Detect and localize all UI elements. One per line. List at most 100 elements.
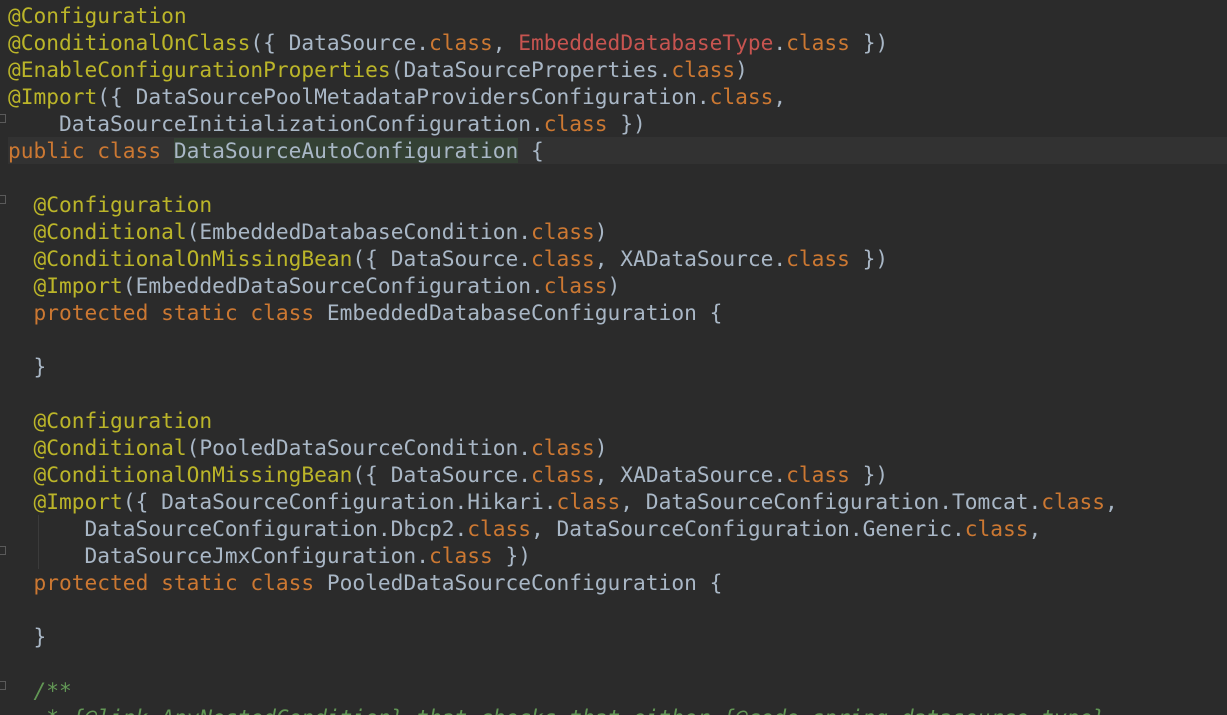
code-token-keyword: class — [786, 246, 850, 271]
code-lines: @Configuration @ConditionalOnClass({ Data… — [8, 2, 1227, 715]
code-token-text: , — [773, 84, 787, 109]
code-token-text: , — [1105, 489, 1118, 514]
code-line[interactable]: @ConditionalOnMissingBean({ DataSource.c… — [8, 245, 1227, 272]
code-token-text: }) — [849, 30, 889, 55]
code-token-text: }) — [492, 543, 532, 568]
code-line[interactable]: @Configuration — [8, 191, 1227, 218]
code-token-keyword: class — [1041, 489, 1106, 514]
code-token-keyword: class — [786, 462, 850, 487]
code-token-annotation: @Configuration — [33, 192, 213, 217]
code-token-text: , DataSourceConfiguration.Generic. — [531, 516, 965, 541]
code-token-text: , XADataSource. — [594, 462, 787, 487]
code-token-text: ({ DataSource. — [352, 246, 532, 271]
code-token-comment: * {@link AnyNestedCondition} that checks… — [8, 705, 1105, 715]
code-token-text: . — [773, 30, 787, 55]
code-token-keyword: class — [543, 273, 608, 298]
code-token-text: { — [518, 138, 544, 163]
fold-marker-icon[interactable] — [0, 195, 6, 204]
code-line[interactable]: DataSourceInitializationConfiguration.cl… — [8, 110, 1227, 137]
code-line[interactable]: @Configuration — [8, 407, 1227, 434]
code-line[interactable]: DataSourceJmxConfiguration.class }) — [8, 542, 1227, 569]
code-line[interactable]: protected static class PooledDataSourceC… — [8, 569, 1227, 596]
code-token-keyword: class — [531, 462, 595, 487]
code-token-text: }) — [849, 462, 889, 487]
code-token-text: , — [492, 30, 519, 55]
code-line[interactable]: @Import({ DataSourcePoolMetadataProvider… — [8, 83, 1227, 110]
code-token-text: ({ DataSource. — [250, 30, 429, 55]
code-token-text: ({ DataSourcePoolMetadataProvidersConfig… — [97, 84, 710, 109]
code-token-text: EmbeddedDatabaseConfiguration { — [326, 300, 723, 325]
code-token-keyword: class — [531, 219, 595, 244]
code-line[interactable]: @Conditional(EmbeddedDatabaseCondition.c… — [8, 218, 1227, 245]
code-token-keyword: protected static class — [33, 570, 327, 595]
code-token-text: PooledDataSourceConfiguration { — [326, 570, 723, 595]
code-token-annotation: @ConditionalOnMissingBean — [33, 246, 353, 271]
code-line[interactable]: * {@link AnyNestedCondition} that checks… — [8, 704, 1227, 715]
code-line[interactable]: @EnableConfigurationProperties(DataSourc… — [8, 56, 1227, 83]
fold-marker-icon[interactable] — [0, 681, 6, 690]
code-line[interactable] — [8, 326, 1227, 353]
code-token-keyword: class — [671, 57, 736, 82]
code-line[interactable]: protected static class EmbeddedDatabaseC… — [8, 299, 1227, 326]
code-line[interactable] — [8, 650, 1227, 677]
code-line[interactable]: DataSourceConfiguration.Dbcp2.class, Dat… — [8, 515, 1227, 542]
code-token-deprecated: EmbeddedDatabaseType — [518, 30, 774, 55]
code-token-keyword: class — [964, 516, 1029, 541]
code-line[interactable] — [8, 164, 1227, 191]
code-line[interactable]: } — [8, 623, 1227, 650]
code-line[interactable]: @Import(EmbeddedDataSourceConfiguration.… — [8, 272, 1227, 299]
code-token-annotation: @Import — [33, 489, 123, 514]
code-token-keyword: class — [467, 516, 531, 541]
code-line[interactable]: @Conditional(PooledDataSourceCondition.c… — [8, 434, 1227, 461]
code-token-keyword: class — [543, 111, 608, 136]
code-token-text: ) — [607, 273, 621, 298]
code-line[interactable]: @Configuration — [8, 2, 1227, 29]
code-token-text: ) — [735, 57, 748, 82]
code-editor[interactable]: @Configuration @ConditionalOnClass({ Data… — [0, 0, 1227, 715]
editor-gutter — [0, 0, 8, 715]
code-token-text: DataSourceInitializationConfiguration. — [8, 111, 544, 136]
code-line[interactable]: @ConditionalOnMissingBean({ DataSource.c… — [8, 461, 1227, 488]
code-token-annotation: @EnableConfigurationProperties — [8, 57, 391, 82]
code-token-keyword: class — [709, 84, 774, 109]
code-token-keyword: class — [531, 246, 595, 271]
code-token-text: (PooledDataSourceCondition. — [186, 435, 532, 460]
code-token-text: (DataSourceProperties. — [390, 57, 672, 82]
fold-marker-icon[interactable] — [0, 114, 6, 123]
code-token-text: , XADataSource. — [594, 246, 787, 271]
code-token-text: DataSourceConfiguration.Dbcp2. — [8, 516, 468, 541]
code-token-text: (EmbeddedDatabaseCondition. — [186, 219, 532, 244]
fold-marker-icon[interactable] — [0, 546, 6, 555]
code-token-keyword: class — [428, 543, 493, 568]
code-token-text: ) — [594, 219, 608, 244]
code-line[interactable] — [8, 596, 1227, 623]
code-token-text: }) — [607, 111, 646, 136]
code-line[interactable] — [8, 380, 1227, 407]
code-token-text: ({ DataSource. — [352, 462, 532, 487]
code-token-keyword: public class — [8, 138, 174, 163]
code-line[interactable]: @ConditionalOnClass({ DataSource.class, … — [8, 29, 1227, 56]
code-token-annotation: @Configuration — [8, 3, 187, 28]
code-token-text: , DataSourceConfiguration.Tomcat. — [620, 489, 1042, 514]
code-token-text: ({ DataSourceConfiguration.Hikari. — [122, 489, 557, 514]
code-line[interactable]: /** — [8, 677, 1227, 704]
code-line[interactable]: } — [8, 353, 1227, 380]
code-token-annotation: @ConditionalOnClass — [8, 30, 251, 55]
code-token-classdecl: DataSourceAutoConfiguration — [173, 138, 519, 163]
code-token-keyword: class — [556, 489, 621, 514]
code-token-comment: /** — [33, 678, 72, 703]
code-line[interactable]: @Import({ DataSourceConfiguration.Hikari… — [8, 488, 1227, 515]
code-token-annotation: @Import — [8, 84, 98, 109]
code-token-annotation: @Import — [33, 273, 123, 298]
code-token-keyword: class — [531, 435, 595, 460]
code-line[interactable]: public class DataSourceAutoConfiguration… — [8, 137, 1227, 164]
code-token-text: } — [8, 624, 47, 649]
